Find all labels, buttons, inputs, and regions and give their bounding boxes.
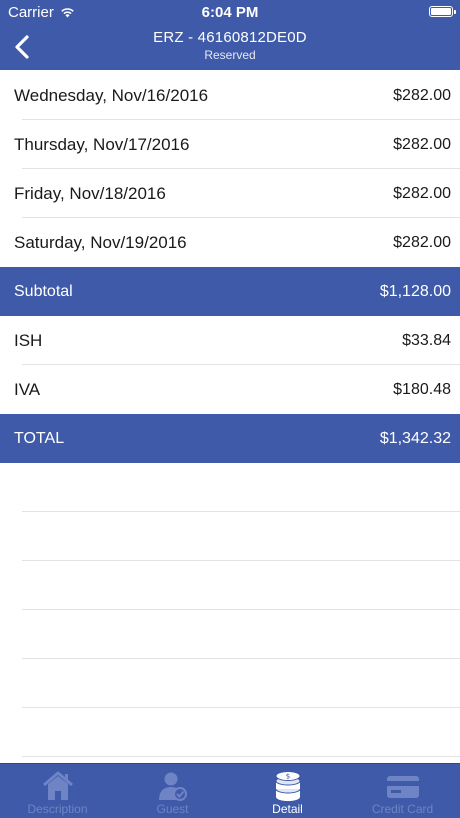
subtotal-row: Subtotal $1,128.00: [0, 267, 460, 316]
detail-list: Wednesday, Nov/16/2016 $282.00 Thursday,…: [0, 71, 460, 757]
tab-guest[interactable]: Guest: [115, 764, 230, 818]
night-amount: $282.00: [393, 86, 451, 104]
night-date: Thursday, Nov/17/2016: [14, 134, 190, 154]
night-amount: $282.00: [393, 233, 451, 251]
tax-label: IVA: [14, 379, 41, 399]
tab-label: Detail: [272, 802, 303, 816]
navigation-bar: ERZ - 46160812DE0D Reserved: [0, 24, 460, 70]
empty-row: [0, 708, 460, 757]
night-row: Thursday, Nov/17/2016 $282.00: [0, 120, 460, 169]
total-label: TOTAL: [14, 429, 65, 447]
page-title: ERZ - 46160812DE0D: [153, 29, 307, 46]
tax-row: ISH $33.84: [0, 316, 460, 365]
tab-bar: Description Guest $ Detail Credit Card: [0, 763, 460, 818]
svg-text:$: $: [285, 773, 289, 781]
status-bar: Carrier 6:04 PM: [0, 0, 460, 24]
clock: 6:04 PM: [201, 4, 259, 21]
tax-row: IVA $180.48: [0, 365, 460, 414]
tab-label: Credit Card: [371, 802, 434, 816]
empty-row: [0, 659, 460, 708]
tab-description[interactable]: Description: [0, 764, 115, 818]
empty-row: [0, 463, 460, 512]
tab-detail[interactable]: $ Detail: [230, 764, 345, 818]
subtotal-amount: $1,128.00: [379, 282, 451, 300]
tax-amount: $180.48: [393, 380, 451, 398]
night-amount: $282.00: [393, 184, 451, 202]
night-row: Wednesday, Nov/16/2016 $282.00: [0, 71, 460, 120]
night-row: Saturday, Nov/19/2016 $282.00: [0, 218, 460, 267]
empty-row: [0, 512, 460, 561]
night-date: Saturday, Nov/19/2016: [14, 232, 187, 252]
reservation-status: Reserved: [204, 48, 256, 62]
guest-icon: [158, 772, 187, 801]
night-row: Friday, Nov/18/2016 $282.00: [0, 169, 460, 218]
credit-card-icon: [386, 776, 419, 798]
night-date: Wednesday, Nov/16/2016: [14, 85, 209, 105]
night-date: Friday, Nov/18/2016: [14, 183, 166, 203]
empty-row: [0, 610, 460, 659]
subtotal-label: Subtotal: [14, 282, 73, 300]
night-amount: $282.00: [393, 135, 451, 153]
tab-label: Description: [27, 802, 88, 816]
empty-row: [0, 561, 460, 610]
total-amount: $1,342.32: [379, 429, 451, 447]
house-icon: [42, 771, 73, 800]
total-row: TOTAL $1,342.32: [0, 414, 460, 463]
tab-credit-card[interactable]: Credit Card: [345, 764, 460, 818]
battery-icon: [429, 6, 456, 17]
tab-label: Guest: [156, 802, 189, 816]
tax-label: ISH: [14, 330, 43, 350]
tax-amount: $33.84: [402, 331, 451, 349]
coins-icon: $: [275, 771, 300, 801]
